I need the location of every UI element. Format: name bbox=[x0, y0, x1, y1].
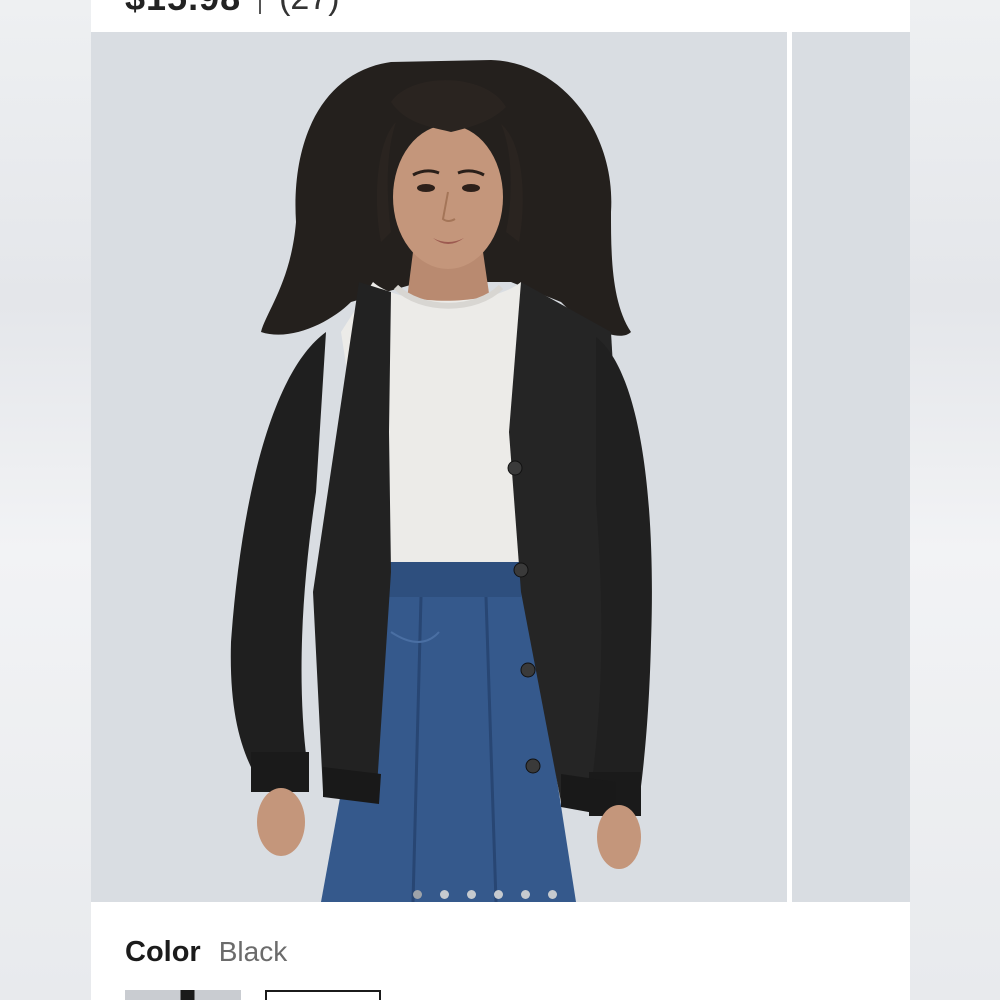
carousel-dot[interactable] bbox=[440, 890, 449, 899]
product-card: $15.98 (27) bbox=[91, 0, 910, 1000]
selected-color-value: Black bbox=[218, 936, 288, 967]
model-photo bbox=[91, 32, 787, 902]
right-blur-background bbox=[910, 0, 1000, 1000]
product-price: $15.98 bbox=[125, 0, 241, 19]
swatch-black[interactable] bbox=[125, 990, 241, 1000]
carousel-dot[interactable] bbox=[467, 890, 476, 899]
color-row: Color Black bbox=[125, 936, 287, 969]
next-image-preview[interactable] bbox=[792, 32, 910, 902]
carousel-dot[interactable] bbox=[548, 890, 557, 899]
carousel-dot[interactable] bbox=[521, 890, 530, 899]
rating-count[interactable]: (27) bbox=[279, 0, 339, 18]
color-swatches bbox=[125, 990, 381, 1000]
carousel-dot[interactable] bbox=[413, 890, 422, 899]
carousel-pagination bbox=[413, 890, 557, 899]
image-carousel[interactable] bbox=[91, 32, 910, 902]
price-divider bbox=[259, 0, 262, 14]
product-image[interactable] bbox=[91, 32, 787, 902]
swatch-selected[interactable] bbox=[265, 990, 381, 1000]
price-row: $15.98 (27) bbox=[125, 0, 340, 18]
color-label: Color bbox=[125, 936, 201, 968]
app-screen: $15.98 (27) bbox=[0, 0, 1000, 1000]
carousel-dot[interactable] bbox=[494, 890, 503, 899]
left-blur-background bbox=[0, 0, 91, 1000]
